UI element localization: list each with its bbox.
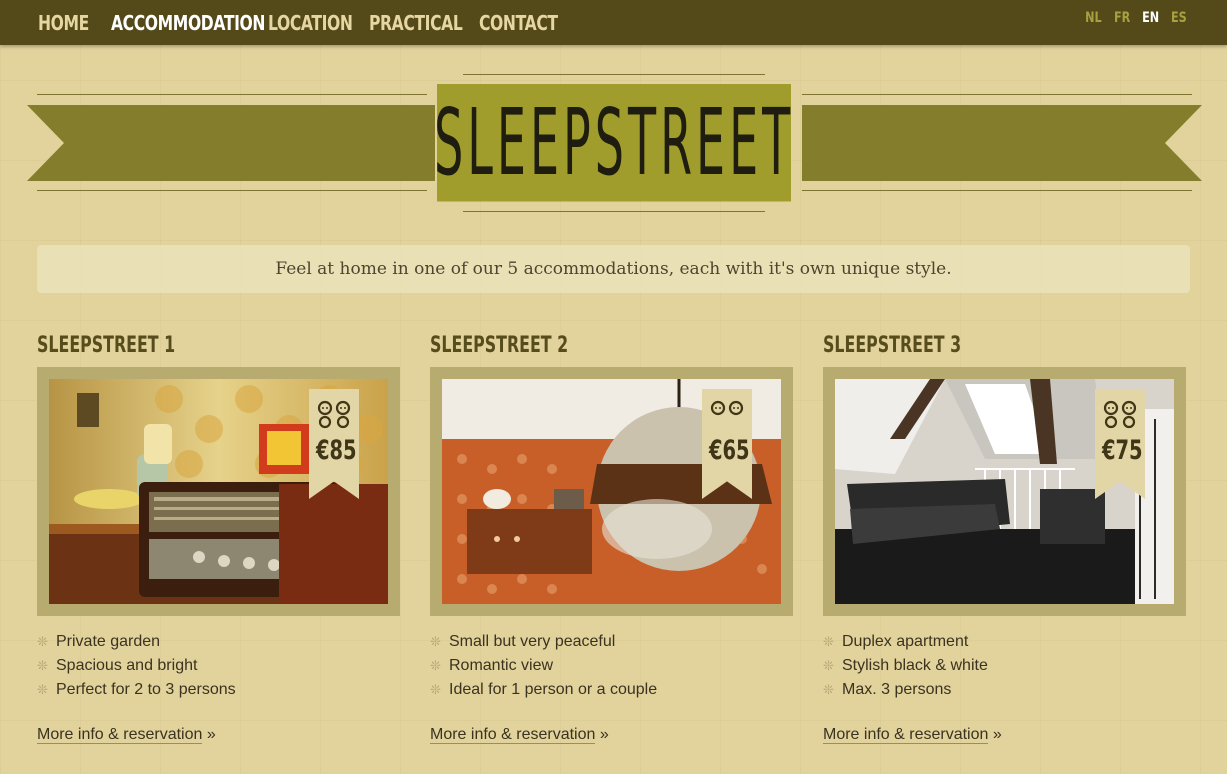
two-persons-icon bbox=[1095, 399, 1145, 434]
accommodation-card: SLEEPSTREET 1 €85 ❊ Private garden ❊ Spa… bbox=[37, 330, 402, 744]
main-nav: HOME ACCOMMODATION LOCATION PRACTICAL CO… bbox=[38, 0, 559, 45]
feature-item: ❊ Stylish black & white bbox=[823, 657, 988, 674]
language-switcher: NL FR EN ES bbox=[1083, 10, 1189, 26]
banner-rule bbox=[37, 190, 427, 191]
price-label: €75 bbox=[1102, 435, 1143, 466]
banner-rule bbox=[802, 190, 1192, 191]
two-persons-icon bbox=[702, 399, 752, 434]
flower-bullet-icon: ❊ bbox=[37, 682, 48, 697]
nav-accommodation[interactable]: ACCOMMODATION bbox=[111, 11, 265, 35]
banner-ribbon-right bbox=[802, 105, 1202, 181]
more-info-link[interactable]: More info & reservation bbox=[37, 726, 203, 744]
banner-rule bbox=[463, 211, 765, 212]
feature-list: ❊ Private garden ❊ Spacious and bright ❊ Pe… bbox=[37, 630, 236, 702]
room-photo[interactable]: €75 bbox=[835, 379, 1174, 604]
lang-fr[interactable]: FR bbox=[1114, 10, 1130, 26]
intro-text: Feel at home in one of our 5 accommodati… bbox=[275, 259, 952, 279]
room-photo[interactable]: €65 bbox=[442, 379, 781, 604]
flower-bullet-icon: ❊ bbox=[37, 658, 48, 673]
card-title: SLEEPSTREET 1 bbox=[37, 333, 176, 358]
reservation-link-row: More info & reservation » bbox=[430, 726, 609, 744]
photo-frame: €65 bbox=[430, 367, 793, 616]
lang-es[interactable]: ES bbox=[1171, 10, 1187, 26]
feature-item: ❊ Ideal for 1 person or a couple bbox=[430, 681, 658, 698]
flower-bullet-icon: ❊ bbox=[430, 682, 441, 697]
accommodation-card: SLEEPSTREET 3 €75 ❊ Duplex apartment ❊ S… bbox=[823, 330, 1188, 744]
feature-item: ❊ Romantic view bbox=[430, 657, 554, 674]
link-arrow: » bbox=[599, 726, 609, 743]
feature-item: ❊ Perfect for 2 to 3 persons bbox=[37, 681, 236, 698]
nav-practical[interactable]: PRACTICAL bbox=[369, 11, 463, 35]
accommodation-card: SLEEPSTREET 2 €65 ❊ Small but very peace… bbox=[430, 330, 795, 744]
link-arrow: » bbox=[206, 726, 216, 743]
card-title: SLEEPSTREET 3 bbox=[823, 333, 962, 358]
price-label: €65 bbox=[709, 435, 750, 466]
banner-rule bbox=[37, 94, 427, 95]
more-info-link[interactable]: More info & reservation bbox=[823, 726, 989, 744]
nav-contact[interactable]: CONTACT bbox=[479, 11, 558, 35]
banner-rule bbox=[463, 74, 765, 75]
photo-frame: €85 bbox=[37, 367, 400, 616]
feature-item: ❊ Duplex apartment bbox=[823, 633, 969, 650]
nav-location[interactable]: LOCATION bbox=[268, 11, 353, 35]
more-info-link[interactable]: More info & reservation bbox=[430, 726, 596, 744]
price-label: €85 bbox=[316, 435, 357, 466]
two-persons-icon bbox=[309, 399, 359, 434]
feature-item: ❊ Spacious and bright bbox=[37, 657, 198, 674]
lang-nl[interactable]: NL bbox=[1085, 10, 1102, 26]
flower-bullet-icon: ❊ bbox=[823, 658, 834, 673]
banner-ribbon-left bbox=[27, 105, 435, 181]
flower-bullet-icon: ❊ bbox=[823, 634, 834, 649]
lang-en[interactable]: EN bbox=[1142, 10, 1159, 26]
banner-rule bbox=[802, 94, 1192, 95]
feature-item: ❊ Private garden bbox=[37, 633, 161, 650]
reservation-link-row: More info & reservation » bbox=[37, 726, 216, 744]
card-title: SLEEPSTREET 2 bbox=[430, 333, 569, 358]
flower-bullet-icon: ❊ bbox=[823, 682, 834, 697]
flower-bullet-icon: ❊ bbox=[37, 634, 48, 649]
nav-home[interactable]: HOME bbox=[38, 11, 89, 35]
photo-frame: €75 bbox=[823, 367, 1186, 616]
room-photo[interactable]: €85 bbox=[49, 379, 388, 604]
feature-list: ❊ Small but very peaceful ❊ Romantic view … bbox=[430, 630, 657, 702]
feature-list: ❊ Duplex apartment ❊ Stylish black & white… bbox=[823, 630, 988, 702]
feature-item: ❊ Small but very peaceful bbox=[430, 633, 616, 650]
intro-banner: Feel at home in one of our 5 accommodati… bbox=[37, 245, 1190, 293]
link-arrow: » bbox=[992, 726, 1002, 743]
logo-text: SLEEPSTREET bbox=[433, 88, 795, 196]
top-navigation-bar: HOME ACCOMMODATION LOCATION PRACTICAL CO… bbox=[0, 0, 1227, 45]
flower-bullet-icon: ❊ bbox=[430, 634, 441, 649]
site-logo[interactable]: SLEEPSTREET bbox=[433, 84, 795, 201]
flower-bullet-icon: ❊ bbox=[430, 658, 441, 673]
reservation-link-row: More info & reservation » bbox=[823, 726, 1002, 744]
feature-item: ❊ Max. 3 persons bbox=[823, 681, 952, 698]
